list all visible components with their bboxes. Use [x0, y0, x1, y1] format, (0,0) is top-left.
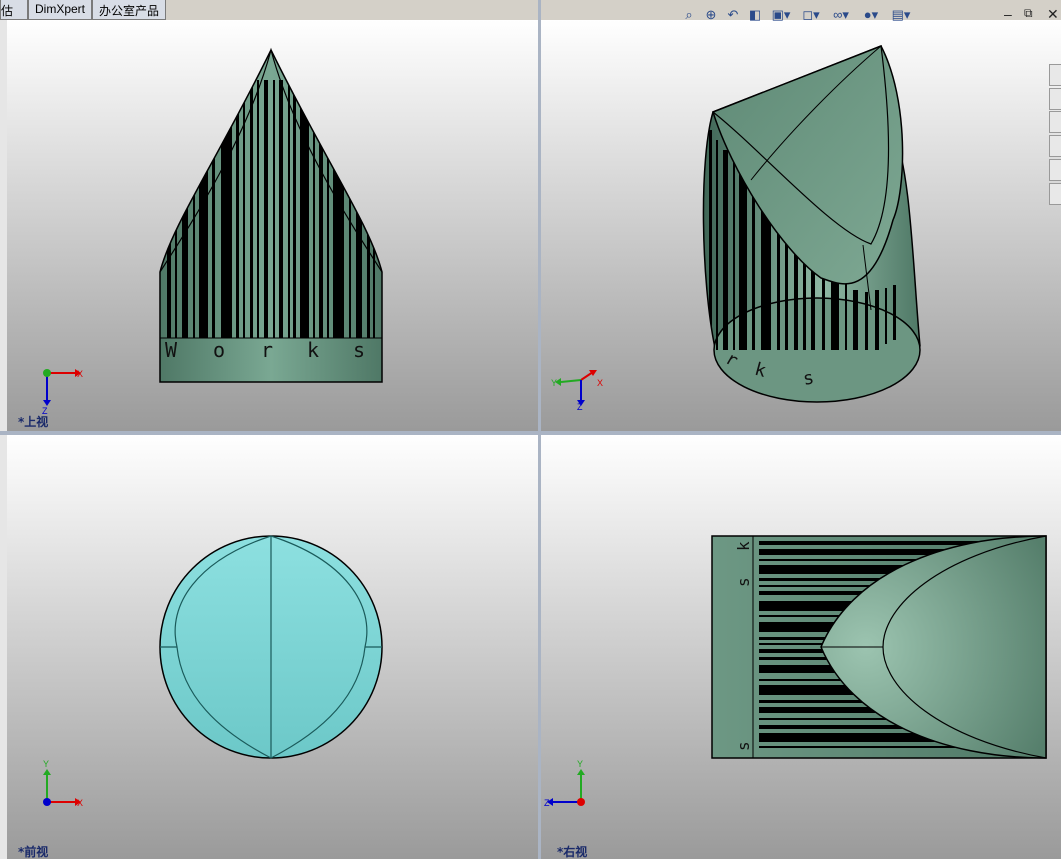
axis-triad-front: X Y: [43, 759, 83, 808]
svg-text:Y: Y: [43, 759, 49, 769]
view-label-front: *前视: [18, 845, 49, 859]
barcode-letter-k: k: [307, 338, 319, 362]
view-label-top: *上视: [18, 415, 49, 429]
appearance-icon[interactable]: ●▾: [858, 6, 884, 24]
axis-triad-top: X Z: [42, 369, 83, 416]
svg-text:Y: Y: [551, 378, 557, 388]
viewport-front[interactable]: X Y *前视: [7, 435, 538, 859]
svg-text:Z: Z: [544, 798, 550, 808]
barcode-letter-s: s: [353, 338, 365, 362]
tab-dimxpert[interactable]: DimXpert: [28, 0, 93, 20]
task-pane-appearances-icon[interactable]: [1049, 159, 1061, 181]
model-top-view: W o r k s X Z: [42, 47, 383, 416]
zoom-to-fit-icon[interactable]: ⌕: [680, 6, 698, 24]
view-label-right: *右视: [557, 845, 588, 859]
task-pane-explorer-icon[interactable]: [1049, 111, 1061, 133]
model-right-view: k s s Z Y: [544, 535, 1047, 808]
previous-view-icon[interactable]: ↶: [724, 6, 742, 24]
tab-office-products[interactable]: 办公室产品: [92, 0, 167, 20]
task-pane-view-palette-icon[interactable]: [1049, 135, 1061, 157]
viewport-top[interactable]: W o r k s X Z *上视: [7, 20, 538, 431]
viewport-right[interactable]: k s s Z Y *右视: [541, 435, 1061, 859]
command-tabs: 估 DimXpert 办公室产品: [0, 0, 167, 20]
task-pane-home-icon[interactable]: [1049, 64, 1061, 86]
scene-icon[interactable]: ▤▾: [888, 6, 914, 24]
tab-evaluate[interactable]: 估: [0, 0, 28, 20]
task-pane-library-icon[interactable]: [1049, 88, 1061, 110]
viewport-isometric[interactable]: r k s X Y Z: [541, 20, 1061, 431]
view-orientation-icon[interactable]: ▣▾: [768, 6, 794, 24]
axis-triad-iso: X Y Z: [551, 370, 603, 412]
svg-text:Y: Y: [577, 759, 583, 769]
svg-text:Z: Z: [577, 402, 583, 412]
svg-text:X: X: [597, 378, 603, 388]
model-front-view: X Y: [43, 535, 383, 808]
model-isometric-view: r k s X Y Z: [551, 44, 921, 412]
display-style-icon[interactable]: ◻▾: [798, 6, 824, 24]
viewport-splitter-vertical[interactable]: [538, 0, 541, 859]
heads-up-view-toolbar: ⌕ ⊕ ↶ ◧ ▣▾ ◻▾ ∞▾ ●▾ ▤▾: [680, 6, 914, 24]
barcode-letter-o: o: [213, 338, 225, 362]
task-pane-custom-props-icon[interactable]: [1049, 183, 1061, 205]
restore-button[interactable]: ⧉: [1024, 6, 1033, 21]
minimize-button[interactable]: –: [1004, 6, 1012, 22]
svg-text:k: k: [734, 541, 753, 551]
section-view-icon[interactable]: ◧: [746, 6, 764, 24]
viewport-splitter-horizontal[interactable]: [0, 431, 1061, 435]
svg-text:X: X: [77, 369, 83, 379]
svg-text:X: X: [77, 798, 83, 808]
barcode-letter-r: r: [261, 338, 273, 362]
svg-text:s: s: [734, 577, 753, 587]
hide-show-icon[interactable]: ∞▾: [828, 6, 854, 24]
zoom-area-icon[interactable]: ⊕: [702, 6, 720, 24]
svg-text:s: s: [734, 741, 753, 751]
barcode-letter-W: W: [165, 338, 178, 362]
axis-triad-right: Z Y: [544, 759, 585, 808]
close-button[interactable]: ✕: [1047, 6, 1059, 23]
